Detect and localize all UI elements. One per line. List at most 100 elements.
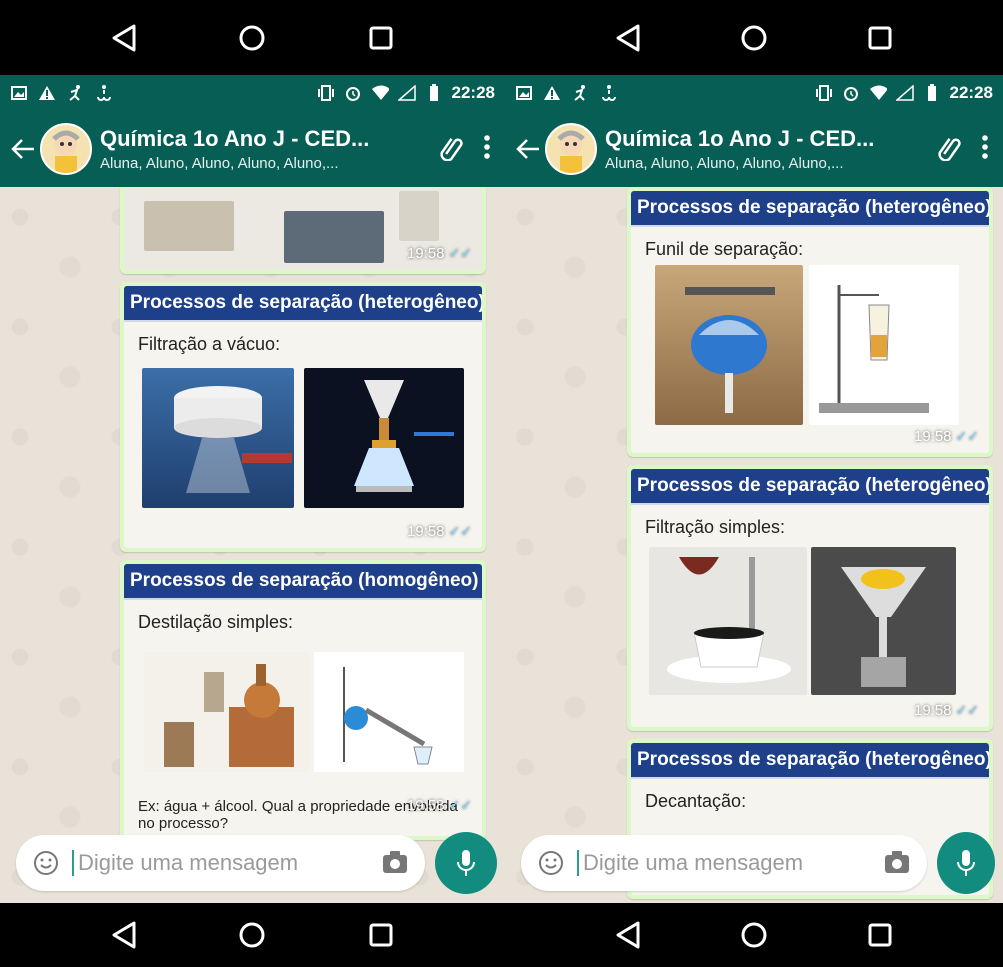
chat-title: Química 1o Ano J - CED... bbox=[605, 126, 875, 151]
slide-title: Processos de separação (heterogêneo) bbox=[631, 191, 989, 227]
chat-area[interactable]: 19:58 ✓✓ Processos de separação (heterogê… bbox=[0, 187, 505, 903]
message-input-box[interactable] bbox=[16, 835, 425, 891]
vibrate-icon bbox=[815, 84, 833, 102]
back-triangle-icon[interactable] bbox=[608, 18, 648, 58]
image-message[interactable]: Processos de separação (homogêneo) Desti… bbox=[120, 560, 486, 840]
funnel-filtration-photo bbox=[811, 547, 956, 695]
coffee-filter-photo bbox=[649, 547, 807, 695]
more-options-icon[interactable] bbox=[981, 134, 989, 165]
chat-header: Química 1o Ano J - CED... Aluna, Aluno, … bbox=[505, 111, 1003, 187]
phone-screen-right: 22:28 Química 1o Ano J - CED... Aluna, A… bbox=[505, 0, 1003, 967]
message-input[interactable] bbox=[577, 850, 871, 876]
image-message[interactable]: Processos de separação (heterogêneo) Fil… bbox=[627, 465, 993, 731]
accessibility-icon bbox=[94, 84, 112, 102]
home-circle-icon[interactable] bbox=[734, 915, 774, 955]
home-circle-icon[interactable] bbox=[232, 18, 272, 58]
image-message[interactable]: Processos de separação (heterogêneo) Fun… bbox=[627, 187, 993, 457]
read-ticks-icon: ✓✓ bbox=[448, 523, 472, 539]
paperclip-icon[interactable] bbox=[437, 133, 465, 166]
accessibility-icon bbox=[599, 84, 617, 102]
alarm-icon bbox=[344, 84, 362, 102]
recents-square-icon[interactable] bbox=[860, 915, 900, 955]
fitness-icon bbox=[571, 84, 589, 102]
signal-icon bbox=[895, 84, 914, 102]
back-arrow-icon[interactable] bbox=[8, 134, 38, 164]
warning-icon bbox=[543, 84, 561, 102]
read-ticks-icon: ✓✓ bbox=[955, 702, 979, 718]
slide-image bbox=[284, 211, 384, 263]
voice-record-button[interactable] bbox=[435, 832, 497, 894]
microphone-icon bbox=[957, 850, 975, 876]
read-ticks-icon: ✓✓ bbox=[448, 797, 472, 813]
voice-record-button[interactable] bbox=[937, 832, 995, 894]
back-triangle-icon[interactable] bbox=[104, 18, 144, 58]
slide-title: Processos de separação (homogêneo) bbox=[124, 564, 482, 600]
battery-icon bbox=[425, 84, 443, 102]
chat-participants: Aluna, Aluno, Aluno, Aluno, Aluno,... bbox=[605, 155, 844, 172]
slide-subtitle: Funil de separação: bbox=[645, 239, 804, 259]
image-message[interactable]: Processos de separação (heterogêneo) Fil… bbox=[120, 282, 486, 552]
alarm-icon bbox=[842, 84, 860, 102]
recents-square-icon[interactable] bbox=[361, 915, 401, 955]
message-timestamp: 19:58 ✓✓ bbox=[913, 702, 979, 719]
slide-subtitle: Filtração a vácuo: bbox=[138, 334, 281, 354]
slide-title: Processos de separação (heterogêneo) bbox=[631, 743, 989, 779]
camera-icon[interactable] bbox=[883, 849, 911, 877]
group-avatar[interactable] bbox=[545, 123, 597, 175]
back-triangle-icon[interactable] bbox=[104, 915, 144, 955]
slide-title: Processos de separação (heterogêneo) bbox=[631, 469, 989, 505]
message-timestamp: 19:58 ✓✓ bbox=[913, 428, 979, 445]
battery-icon bbox=[923, 84, 941, 102]
top-nav-bar bbox=[505, 0, 1003, 75]
message-timestamp: 19:58 ✓✓ bbox=[406, 797, 472, 814]
wifi-icon bbox=[869, 84, 887, 102]
vibrate-icon bbox=[317, 84, 335, 102]
phone-screen-left: 22:28 Química 1o Ano J - CED... Aluna, A… bbox=[0, 0, 505, 967]
status-bar: 22:28 bbox=[505, 75, 1003, 111]
dual-phone-screens: 22:28 Química 1o Ano J - CED... Aluna, A… bbox=[0, 0, 1003, 967]
read-ticks-icon: ✓✓ bbox=[448, 245, 472, 261]
back-triangle-icon[interactable] bbox=[608, 915, 648, 955]
message-input-box[interactable] bbox=[521, 835, 927, 891]
home-circle-icon[interactable] bbox=[232, 915, 272, 955]
message-composer bbox=[0, 823, 505, 903]
chat-area[interactable]: Processos de separação (heterogêneo) Fun… bbox=[505, 187, 1003, 903]
wifi-icon bbox=[371, 84, 389, 102]
read-ticks-icon: ✓✓ bbox=[955, 428, 979, 444]
distillation-diagram bbox=[314, 652, 464, 772]
emoji-icon[interactable] bbox=[32, 849, 60, 877]
bottom-nav-bar bbox=[0, 903, 505, 967]
chat-titles[interactable]: Química 1o Ano J - CED... Aluna, Aluno, … bbox=[100, 126, 429, 172]
slide-title: Processos de separação (heterogêneo) bbox=[124, 286, 482, 322]
image-message[interactable]: 19:58 ✓✓ bbox=[120, 187, 486, 274]
message-input[interactable] bbox=[72, 850, 369, 876]
buchner-funnel-photo bbox=[142, 368, 294, 508]
recents-square-icon[interactable] bbox=[860, 18, 900, 58]
message-timestamp: 19:58 ✓✓ bbox=[406, 523, 472, 540]
fitness-icon bbox=[66, 84, 84, 102]
bottom-nav-bar bbox=[505, 903, 1003, 967]
status-bar: 22:28 bbox=[0, 75, 505, 111]
paperclip-icon[interactable] bbox=[935, 133, 963, 166]
status-time: 22:28 bbox=[451, 83, 495, 102]
slide-subtitle: Decantação: bbox=[645, 791, 747, 811]
camera-icon[interactable] bbox=[381, 849, 409, 877]
emoji-icon[interactable] bbox=[537, 849, 565, 877]
message-timestamp: 19:58 ✓✓ bbox=[406, 245, 472, 262]
separation-diagram bbox=[809, 265, 959, 425]
status-time: 22:28 bbox=[949, 83, 993, 102]
image-notification-icon bbox=[515, 84, 533, 102]
recents-square-icon[interactable] bbox=[361, 18, 401, 58]
chat-titles[interactable]: Química 1o Ano J - CED... Aluna, Aluno, … bbox=[605, 126, 927, 172]
slide-subtitle: Destilação simples: bbox=[138, 612, 294, 632]
slide-subtitle: Filtração simples: bbox=[645, 517, 786, 537]
still-photo bbox=[144, 652, 309, 772]
more-options-icon[interactable] bbox=[483, 134, 491, 165]
image-notification-icon bbox=[10, 84, 28, 102]
home-circle-icon[interactable] bbox=[734, 18, 774, 58]
message-composer bbox=[505, 823, 1003, 903]
top-nav-bar bbox=[0, 0, 505, 75]
group-avatar[interactable] bbox=[40, 123, 92, 175]
back-arrow-icon[interactable] bbox=[513, 134, 543, 164]
vacuum-filtration-diagram bbox=[304, 368, 464, 508]
